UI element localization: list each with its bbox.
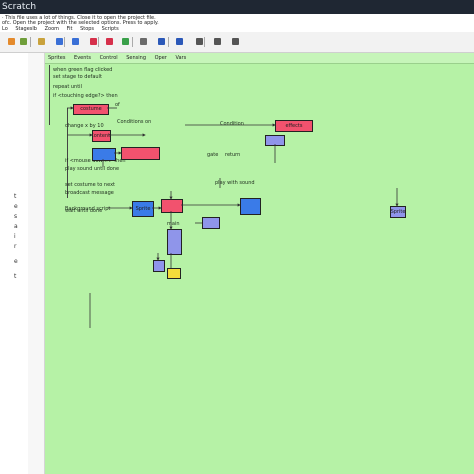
left-mark-5: i (14, 233, 16, 240)
left-mark-2: e (14, 203, 18, 210)
toolbar-separator (132, 37, 133, 47)
fit-icon[interactable] (232, 38, 239, 45)
toolbar (0, 32, 474, 53)
paste-icon[interactable] (38, 38, 45, 45)
left-mark-8: t (14, 273, 17, 280)
left-column: t e s a i r e t (0, 53, 28, 474)
zoom-out-icon[interactable] (214, 38, 221, 45)
flag-icon[interactable] (122, 38, 129, 45)
grid-icon[interactable] (176, 38, 183, 45)
redo-icon[interactable] (72, 38, 79, 45)
line-gutter (28, 53, 45, 474)
left-mark-6: r (14, 243, 17, 250)
cut-icon[interactable] (8, 38, 15, 45)
zoom-in-icon[interactable] (196, 38, 203, 45)
connector-arrows (67, 106, 399, 328)
toolbar-separator (64, 37, 65, 47)
title-bar: Scratch (0, 0, 474, 14)
script-canvas[interactable]: Sprites Events Control Sensing Oper Vars… (45, 53, 474, 474)
window-title: Scratch (2, 2, 37, 12)
left-mark-1: t (14, 193, 17, 200)
stop-icon[interactable] (106, 38, 113, 45)
info-bar: · This file uses a lot of things. Close … (0, 14, 474, 33)
left-mark-3: s (14, 213, 18, 220)
toolbar-separator (30, 37, 31, 47)
layer-icon[interactable] (158, 38, 165, 45)
delete-icon[interactable] (90, 38, 97, 45)
toolbar-separator (204, 37, 205, 47)
left-mark-7: e (14, 258, 18, 265)
copy-icon[interactable] (20, 38, 27, 45)
toolbar-separator (98, 37, 99, 47)
toolbar-separator (168, 37, 169, 47)
left-mark-4: a (14, 223, 18, 230)
undo-icon[interactable] (56, 38, 63, 45)
record-icon[interactable] (140, 38, 147, 45)
